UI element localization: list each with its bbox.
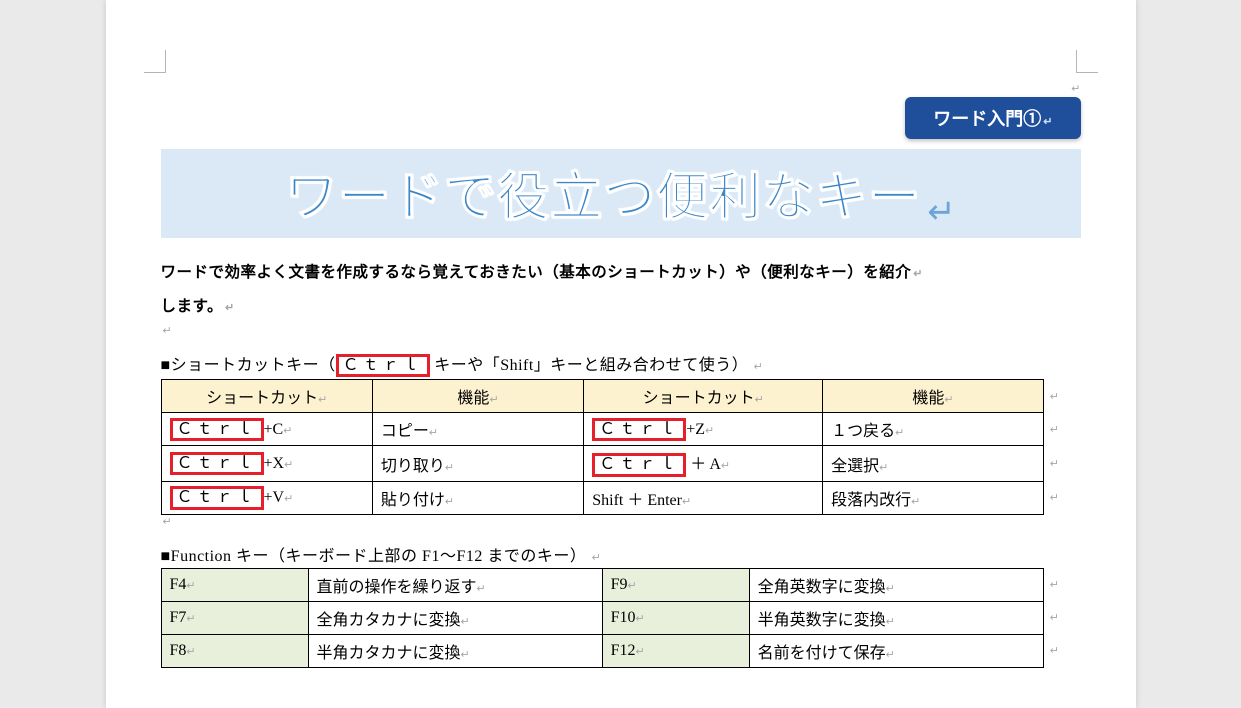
fn-desc-cell: 名前を付けて保存↵ xyxy=(749,634,1043,667)
row-end-mark: ↵ xyxy=(1043,481,1080,514)
paragraph-mark: ↵ xyxy=(927,194,956,231)
row-end-mark: ↵ xyxy=(1043,446,1080,482)
shortcut-cell: Ｃｔｒｌ+V↵ xyxy=(161,481,372,514)
col-function-2: 機能↵ xyxy=(823,380,1044,413)
section2-heading: ■Function キー（キーボード上部の F1～F12 までのキー） ↵ xyxy=(161,542,1081,566)
paragraph-mark: ↵ xyxy=(1071,83,1080,95)
margin-corner-top-left xyxy=(144,50,166,73)
lesson-badge-label: ワード入門① xyxy=(933,109,1041,129)
function-cell: 全選択↵ xyxy=(823,446,1044,482)
fn-key-cell: F9↵ xyxy=(602,568,749,601)
col-shortcut-2: ショートカット↵ xyxy=(584,380,823,413)
row-end-mark: ↵ xyxy=(1043,380,1080,413)
shortcut-cell: Ｃｔｒｌ+C↵ xyxy=(161,413,372,446)
shortcut-cell: Ｃｔｒｌ+Z↵ xyxy=(584,413,823,446)
function-key-table: F4↵直前の操作を繰り返す↵F9↵全角英数字に変換↵↵F7↵全角カタカナに変換↵… xyxy=(161,568,1081,668)
fn-desc-cell: 全角カタカナに変換↵ xyxy=(308,601,602,634)
function-cell: 切り取り↵ xyxy=(372,446,583,482)
row-end-mark: ↵ xyxy=(1043,601,1080,634)
fn-key-cell: F7↵ xyxy=(161,601,308,634)
function-cell: 段落内改行↵ xyxy=(823,481,1044,514)
table-row: Ｃｔｒｌ+V↵貼り付け↵Shift ＋ Enter↵段落内改行↵↵ xyxy=(161,481,1080,514)
ctrl-highlight: Ｃｔｒｌ xyxy=(336,354,430,378)
section1-prefix: ■ショートカットキー（ xyxy=(161,357,336,374)
fn-key-cell: F8↵ xyxy=(161,634,308,667)
fn-key-cell: F4↵ xyxy=(161,568,308,601)
table-row: F7↵全角カタカナに変換↵F10↵半角英数字に変換↵↵ xyxy=(161,601,1080,634)
function-cell: １つ戻る↵ xyxy=(823,413,1044,446)
shortcut-cell: Shift ＋ Enter↵ xyxy=(584,481,823,514)
row-end-mark: ↵ xyxy=(1043,568,1080,601)
intro-line-1: ワードで効率よく文書を作成するなら覚えておきたい（基本のショートカット）や（便利… xyxy=(161,264,912,281)
fn-key-cell: F12↵ xyxy=(602,634,749,667)
col-function-1: 機能↵ xyxy=(372,380,583,413)
intro-paragraph: ワードで効率よく文書を作成するなら覚えておきたい（基本のショートカット）や（便利… xyxy=(161,256,1081,324)
table-row: F4↵直前の操作を繰り返す↵F9↵全角英数字に変換↵↵ xyxy=(161,568,1080,601)
document-page: ↵ ワード入門①↵ ワードで役立つ便利なキー↵ ワードで効率よく文書を作成するな… xyxy=(106,0,1136,708)
paragraph-mark: ↵ xyxy=(163,515,1081,528)
section1-suffix: キーや「Shift」キーと組み合わせて使う） xyxy=(430,357,749,374)
row-end-mark: ↵ xyxy=(1043,634,1080,667)
intro-line-2: します。 xyxy=(161,298,223,315)
table-header-row: ショートカット↵ 機能↵ ショートカット↵ 機能↵ ↵ xyxy=(161,380,1080,413)
shortcut-table: ショートカット↵ 機能↵ ショートカット↵ 機能↵ ↵ Ｃｔｒｌ+C↵コピー↵Ｃ… xyxy=(161,379,1081,515)
table-row: Ｃｔｒｌ+X↵切り取り↵Ｃｔｒｌ ＋ A↵全選択↵↵ xyxy=(161,446,1080,482)
col-shortcut-1: ショートカット↵ xyxy=(161,380,372,413)
shortcut-cell: Ｃｔｒｌ+X↵ xyxy=(161,446,372,482)
row-end-mark: ↵ xyxy=(1043,413,1080,446)
fn-desc-cell: 半角カタカナに変換↵ xyxy=(308,634,602,667)
function-cell: 貼り付け↵ xyxy=(372,481,583,514)
lesson-badge: ワード入門①↵ xyxy=(905,97,1080,139)
paragraph-mark: ↵ xyxy=(163,324,1081,337)
title-block: ワードで役立つ便利なキー↵ xyxy=(161,149,1081,238)
fn-desc-cell: 半角英数字に変換↵ xyxy=(749,601,1043,634)
badge-row: ↵ ワード入門①↵ xyxy=(161,80,1081,139)
table-row: Ｃｔｒｌ+C↵コピー↵Ｃｔｒｌ+Z↵１つ戻る↵↵ xyxy=(161,413,1080,446)
document-title: ワードで役立つ便利なキー xyxy=(285,169,921,227)
shortcut-cell: Ｃｔｒｌ ＋ A↵ xyxy=(584,446,823,482)
fn-desc-cell: 全角英数字に変換↵ xyxy=(749,568,1043,601)
fn-key-cell: F10↵ xyxy=(602,601,749,634)
function-cell: コピー↵ xyxy=(372,413,583,446)
section1-heading: ■ショートカットキー（Ｃｔｒｌ キーや「Shift」キーと組み合わせて使う） ↵ xyxy=(161,351,1081,378)
margin-corner-top-right xyxy=(1076,50,1098,73)
table-row: F8↵半角カタカナに変換↵F12↵名前を付けて保存↵↵ xyxy=(161,634,1080,667)
fn-desc-cell: 直前の操作を繰り返す↵ xyxy=(308,568,602,601)
